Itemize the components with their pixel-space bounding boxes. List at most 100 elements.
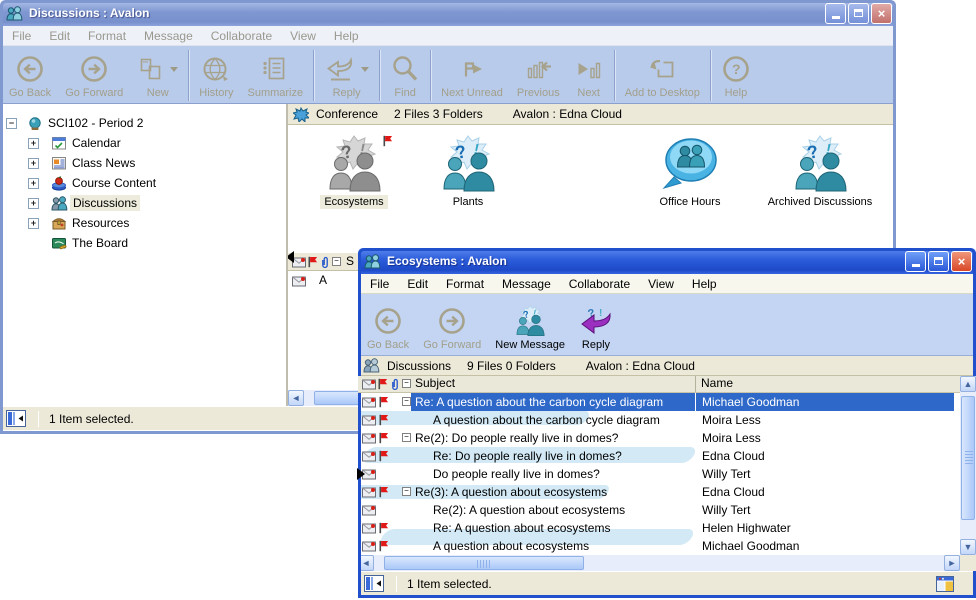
close-button[interactable]: × [951, 251, 972, 272]
expand-icon[interactable]: + [28, 218, 39, 229]
message-row[interactable]: A question about the carbon cycle diagra… [358, 411, 954, 429]
message-row[interactable]: −Re(3): A question about ecosystemsEdna … [358, 483, 954, 501]
flag-icon[interactable] [377, 378, 388, 390]
sidebar-item-course-content[interactable]: +Course Content [0, 173, 286, 193]
conference-item-archived-discussions[interactable]: ? ! Archived Discussions [754, 135, 886, 209]
sidebar-item-resources[interactable]: +Resources [0, 213, 286, 233]
message-row[interactable]: Re: A question about ecosystemsHelen Hig… [358, 519, 954, 537]
menu-format[interactable]: Format [437, 275, 493, 293]
vertical-scrollbar[interactable]: ▲ ▼ [960, 376, 976, 555]
horizontal-scrollbar[interactable]: ◄ ► [358, 555, 960, 571]
menu-message[interactable]: Message [135, 27, 202, 45]
envelope-icon[interactable] [362, 379, 376, 390]
menu-edit[interactable]: Edit [398, 275, 437, 293]
discussions-info-icon [363, 358, 380, 373]
expand-icon[interactable]: + [28, 138, 39, 149]
menu-help[interactable]: Help [683, 275, 726, 293]
next-button[interactable]: Next [567, 48, 611, 103]
menu-edit[interactable]: Edit [40, 27, 79, 45]
title-bar[interactable]: Discussions : Avalon × [0, 0, 896, 26]
menu-bar: FileEditFormatMessageCollaborateViewHelp [0, 26, 896, 46]
conference-item-ecosystems[interactable]: ? ! Ecosystems [288, 135, 420, 209]
minimize-button[interactable] [905, 251, 926, 272]
menu-file[interactable]: File [3, 27, 40, 45]
collapse-thread-icon[interactable]: − [402, 487, 411, 496]
column-header[interactable]: − Subject Name [358, 376, 976, 393]
history-button[interactable]: History [192, 48, 240, 103]
conference-item-plants[interactable]: ? ! Plants [402, 135, 534, 209]
split-pane-marker-icon[interactable] [288, 251, 294, 263]
split-pane-marker-icon[interactable] [357, 468, 365, 480]
collapse-icon[interactable]: − [6, 118, 17, 129]
menu-format[interactable]: Format [79, 27, 135, 45]
sidebar-item-calendar[interactable]: +Calendar [0, 133, 286, 153]
expand-icon[interactable]: + [28, 198, 39, 209]
subject-column-header[interactable]: Subject [415, 376, 455, 390]
name-column-header[interactable]: Name [701, 376, 733, 390]
collapse-all-icon[interactable]: − [402, 379, 411, 388]
go-back-button[interactable]: Go Back [2, 48, 58, 103]
pane-toggle-icon[interactable] [6, 410, 26, 427]
tree-root[interactable]: −SCI102 - Period 2 [0, 113, 286, 133]
reply-color-button[interactable]: ?!Reply [572, 296, 620, 355]
help-button[interactable]: ?Help [714, 48, 758, 103]
message-author: Edna Cloud [695, 483, 954, 501]
summarize-button[interactable]: Summarize [241, 48, 311, 103]
conference-item-office-hours[interactable]: Office Hours [624, 135, 756, 209]
reply-button[interactable]: Reply [317, 48, 376, 103]
go-back-button[interactable]: Go Back [360, 296, 416, 355]
pane-toggle-icon[interactable] [364, 575, 384, 592]
menu-message[interactable]: Message [493, 275, 560, 293]
conference-icon-grid: ? ! Ecosystems ? ! Plants Office Hours ? … [288, 125, 896, 267]
menu-file[interactable]: File [361, 275, 398, 293]
collapse-thread-icon[interactable]: − [402, 433, 411, 442]
go-forward-button[interactable]: Go Forward [58, 48, 130, 103]
message-row[interactable]: −Re(2): Do people really live in domes?M… [358, 429, 954, 447]
menu-collaborate[interactable]: Collaborate [560, 275, 639, 293]
new-button[interactable]: New [130, 48, 185, 103]
sidebar-item-class-news[interactable]: +Class News [0, 153, 286, 173]
expand-icon[interactable]: + [28, 158, 39, 169]
partial-row-text: A [319, 273, 327, 287]
maximize-button[interactable] [848, 3, 869, 24]
collapse-all-icon[interactable]: − [332, 257, 341, 266]
scroll-left-icon[interactable]: ◄ [358, 555, 374, 571]
paperclip-icon[interactable] [390, 378, 400, 391]
column-divider[interactable] [695, 376, 696, 392]
close-button[interactable]: × [871, 3, 892, 24]
title-bar[interactable]: Ecosystems : Avalon × [358, 248, 976, 274]
pane-view-icon[interactable] [936, 576, 954, 592]
find-button[interactable]: Find [383, 48, 427, 103]
scroll-right-icon[interactable]: ► [944, 555, 960, 571]
sidebar-item-the-board[interactable]: The Board [0, 233, 286, 253]
scroll-up-icon[interactable]: ▲ [960, 376, 976, 392]
new-message-button[interactable]: ? ! New Message [488, 296, 572, 355]
expand-icon[interactable]: + [28, 178, 39, 189]
menu-help[interactable]: Help [325, 27, 368, 45]
scrollbar-thumb[interactable] [384, 556, 584, 570]
message-row[interactable]: Re: Do people really live in domes?Edna … [358, 447, 954, 465]
toolbar-button-label: New Message [495, 339, 565, 351]
message-row[interactable]: Do people really live in domes?Willy Ter… [358, 465, 954, 483]
collapse-thread-icon[interactable]: − [402, 397, 411, 406]
menu-view[interactable]: View [639, 275, 683, 293]
sidebar-item-discussions[interactable]: +Discussions [0, 193, 286, 213]
add-to-desktop-button[interactable]: Add to Desktop [618, 48, 707, 103]
previous-button[interactable]: Previous [510, 48, 567, 103]
menu-view[interactable]: View [281, 27, 325, 45]
minimize-button[interactable] [825, 3, 846, 24]
next-unread-button[interactable]: Next Unread [434, 48, 510, 103]
message-row[interactable]: A question about ecosystemsMichael Goodm… [358, 537, 954, 555]
maximize-button[interactable] [928, 251, 949, 272]
message-row[interactable]: −Re: A question about the carbon cycle d… [358, 393, 954, 411]
menu-collaborate[interactable]: Collaborate [202, 27, 281, 45]
go-forward-button[interactable]: Go Forward [416, 296, 488, 355]
scroll-down-icon[interactable]: ▼ [960, 539, 976, 555]
dropdown-arrow-icon[interactable] [170, 67, 178, 76]
message-row[interactable]: Re(2): A question about ecosystemsWilly … [358, 501, 954, 519]
scrollbar-thumb[interactable] [961, 396, 975, 520]
pane-user: Avalon : Edna Cloud [513, 107, 622, 121]
dropdown-arrow-icon[interactable] [361, 67, 369, 76]
scroll-left-icon[interactable]: ◄ [288, 390, 304, 406]
scrollbar-track[interactable] [374, 555, 944, 571]
